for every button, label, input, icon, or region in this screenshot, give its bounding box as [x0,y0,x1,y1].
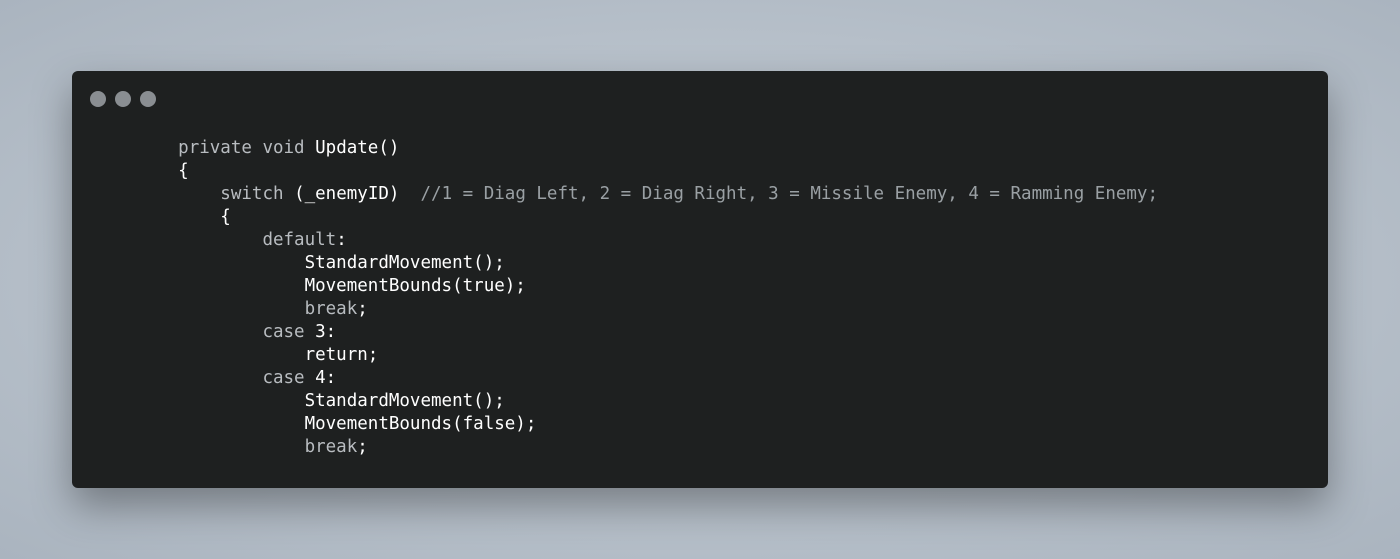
code-line: { [136,206,1158,229]
code-line: private void Update() [136,137,1158,160]
code-line: MovementBounds(false); [136,413,1158,436]
code-keyword: switch [220,184,295,204]
code-token: 3: [315,322,337,342]
code-token: ; [357,437,368,457]
code-line: default: [136,229,1158,252]
code-token: return; [304,345,379,365]
code-token: { [220,207,231,227]
code-line: { [136,160,1158,183]
code-comment: //1 = Diag Left, 2 = Diag Right, 3 = Mis… [399,184,1159,204]
code-keyword: case [262,368,316,388]
code-line: break; [136,436,1158,459]
code-block: private void Update() { switch (_enemyID… [136,137,1158,459]
minimize-dot-icon[interactable] [115,91,131,107]
code-token: : [336,230,347,250]
code-keyword: default [262,230,337,250]
code-token: MovementBounds(true); [304,276,526,296]
code-token: { [178,161,189,181]
code-token: 4: [315,368,337,388]
code-line: switch (_enemyID) //1 = Diag Left, 2 = D… [136,183,1158,206]
code-line: break; [136,298,1158,321]
code-line: StandardMovement(); [136,390,1158,413]
code-token: StandardMovement(); [304,391,505,411]
code-line: case 3: [136,321,1158,344]
code-keyword: break [304,437,358,457]
code-line: case 4: [136,367,1158,390]
code-keyword: case [262,322,316,342]
code-token: Update() [315,138,400,158]
code-token: MovementBounds(false); [304,414,537,434]
code-keyword: private void [178,138,316,158]
code-token: (_enemyID) [294,184,400,204]
code-window: private void Update() { switch (_enemyID… [72,71,1328,488]
window-controls [90,91,156,107]
code-token: ; [357,299,368,319]
code-token: StandardMovement(); [304,253,505,273]
code-line: StandardMovement(); [136,252,1158,275]
maximize-dot-icon[interactable] [140,91,156,107]
code-line: return; [136,344,1158,367]
code-line: MovementBounds(true); [136,275,1158,298]
close-dot-icon[interactable] [90,91,106,107]
code-keyword: break [304,299,358,319]
